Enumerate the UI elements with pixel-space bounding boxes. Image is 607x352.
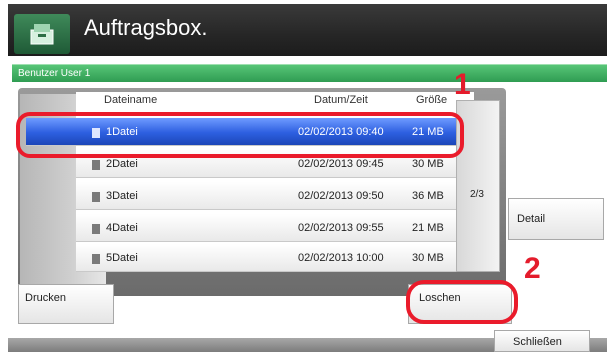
- file-size: 21 MB: [412, 222, 444, 234]
- close-button-label: Schließen: [513, 336, 562, 348]
- column-header-size[interactable]: Größe: [416, 94, 447, 106]
- page-title: Auftragsbox.: [84, 15, 208, 40]
- annotation-ring-delete: [406, 280, 518, 324]
- document-icon: [92, 160, 100, 170]
- user-bar: Benutzer User 1: [12, 64, 607, 82]
- user-label: Benutzer User 1: [18, 68, 91, 79]
- detail-button-label: Detail: [517, 213, 546, 225]
- file-row[interactable]: 5Datei 02/02/2013 10:00 30 MB: [76, 244, 456, 272]
- column-header-datetime[interactable]: Datum/Zeit: [314, 94, 368, 106]
- print-button-label: Drucken: [25, 292, 66, 304]
- title-bar: Auftragsbox.: [8, 4, 607, 56]
- file-size: 36 MB: [412, 190, 444, 202]
- close-button[interactable]: Schließen: [494, 330, 590, 352]
- file-name: 2Datei: [106, 158, 138, 170]
- file-name: 4Datei: [106, 222, 138, 234]
- file-name: 3Datei: [106, 190, 138, 202]
- file-size: 30 MB: [412, 158, 444, 170]
- annotation-ring-selected-row: [16, 112, 464, 158]
- box-icon: [14, 14, 70, 54]
- file-row[interactable]: 3Datei 02/02/2013 09:50 36 MB: [76, 182, 456, 210]
- page-indicator: 2/3: [470, 189, 484, 200]
- document-icon: [92, 224, 100, 234]
- annotation-number-1: 1: [454, 68, 471, 101]
- detail-button[interactable]: Detail: [508, 198, 604, 240]
- file-datetime: 02/02/2013 10:00: [298, 252, 384, 264]
- file-datetime: 02/02/2013 09:45: [298, 158, 384, 170]
- file-row[interactable]: 4Datei 02/02/2013 09:55 21 MB: [76, 214, 456, 242]
- document-icon: [92, 254, 100, 264]
- file-size: 30 MB: [412, 252, 444, 264]
- print-button[interactable]: Drucken: [18, 284, 114, 324]
- column-header-name[interactable]: Dateiname: [104, 94, 157, 106]
- file-name: 5Datei: [106, 252, 138, 264]
- annotation-number-2: 2: [524, 252, 541, 285]
- file-datetime: 02/02/2013 09:55: [298, 222, 384, 234]
- document-icon: [92, 192, 100, 202]
- file-datetime: 02/02/2013 09:50: [298, 190, 384, 202]
